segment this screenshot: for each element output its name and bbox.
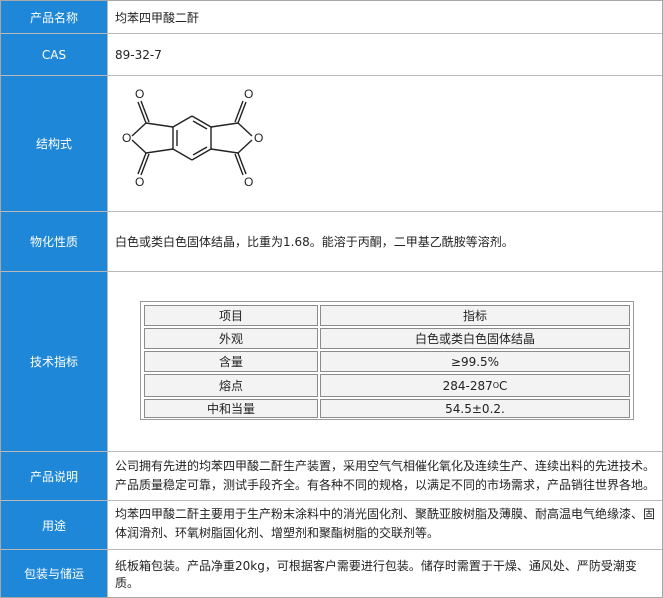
row-product-name: 产品名称 均苯四甲酸二酐 [1, 1, 662, 33]
spec-header-value: 指标 [320, 305, 630, 326]
structure-formula-diagram: O O O O O O [122, 87, 263, 189]
melting-unit: C [499, 378, 508, 393]
description-line-1: 公司拥有先进的均苯四甲酸二酐生产装置，采用空气气相催化氧化及连续生产、连续出料的… [115, 459, 656, 473]
label-product-name: 产品名称 [1, 1, 108, 33]
label-description: 产品说明 [1, 452, 108, 500]
molecule-bonds [131, 100, 253, 176]
value-cas: 89-32-7 [115, 47, 162, 62]
atom-o-bottom-right: O [244, 175, 253, 189]
atom-o-bottom-left: O [135, 175, 144, 189]
spec-row-melting-item: 熔点 [144, 374, 318, 397]
spec-row-content-item: 含量 [144, 351, 318, 372]
row-properties: 物化性质 白色或类白色固体结晶，比重为1.68。能溶于丙酮，二甲基乙酰胺等溶剂。 [1, 212, 662, 271]
spec-row-appearance-value: 白色或类白色固体结晶 [320, 328, 630, 349]
melting-range: 284-287 [442, 378, 493, 393]
atom-o-ring-right: O [254, 131, 263, 145]
value-product-name: 均苯四甲酸二酐 [115, 10, 200, 25]
label-spec: 技术指标 [1, 272, 108, 451]
spec-row-equivalent-value: 54.5±0.2. [320, 399, 630, 418]
label-properties: 物化性质 [1, 212, 108, 271]
structure-cell: O O O O O O [109, 76, 662, 211]
value-packaging: 纸板箱包装。产品净重20kg，可根据客户需要进行包装。储存时需置于干燥、通风处、… [115, 558, 637, 590]
label-packaging: 包装与储运 [1, 550, 108, 597]
spec-table: 项目 指标 外观 白色或类白色固体结晶 含量 ≥99.5% 熔点 284-287… [140, 301, 634, 420]
row-usage: 用途 均苯四甲酸二酐主要用于生产粉末涂料中的消光固化剂、聚酰亚胺树脂及薄膜、耐高… [1, 501, 662, 549]
spec-header-item: 项目 [144, 305, 318, 326]
spec-row-equivalent-item: 中和当量 [144, 399, 318, 418]
usage-line-2: 体润滑剂、环氧树脂固化剂、增塑剂和聚酯树脂的交联剂等。 [115, 526, 440, 540]
spec-row-content-value: ≥99.5% [320, 351, 630, 372]
row-description: 产品说明 公司拥有先进的均苯四甲酸二酐生产装置，采用空气气相催化氧化及连续生产、… [1, 452, 662, 500]
label-usage: 用途 [1, 501, 108, 549]
atom-o-top-left: O [135, 87, 144, 101]
value-usage: 均苯四甲酸二酐主要用于生产粉末涂料中的消光固化剂、聚酰亚胺树脂及薄膜、耐高温电气… [109, 501, 662, 549]
value-description: 公司拥有先进的均苯四甲酸二酐生产装置，采用空气气相催化氧化及连续生产、连续出料的… [109, 452, 662, 500]
usage-line-1: 均苯四甲酸二酐主要用于生产粉末涂料中的消光固化剂、聚酰亚胺树脂及薄膜、耐高温电气… [115, 507, 656, 521]
row-structure: 结构式 O O O O O O [1, 76, 662, 211]
row-cas: CAS 89-32-7 [1, 34, 662, 75]
row-packaging: 包装与储运 纸板箱包装。产品净重20kg，可根据客户需要进行包装。储存时需置于干… [1, 550, 662, 597]
spec-row-appearance-item: 外观 [144, 328, 318, 349]
atom-o-top-right: O [244, 87, 253, 101]
product-info-table: 产品名称 均苯四甲酸二酐 CAS 89-32-7 结构式 O O O O O O… [0, 0, 663, 598]
value-properties: 白色或类白色固体结晶，比重为1.68。能溶于丙酮，二甲基乙酰胺等溶剂。 [115, 235, 514, 249]
spec-row-melting-value: 284-287 O C [320, 374, 630, 397]
description-line-2: 产品质量稳定可靠，测试手段齐全。有各种不同的规格，以满足不同的市场需求，产品销往… [115, 478, 656, 492]
atom-o-ring-left: O [122, 131, 131, 145]
label-structure: 结构式 [1, 76, 108, 211]
label-cas: CAS [1, 34, 108, 75]
